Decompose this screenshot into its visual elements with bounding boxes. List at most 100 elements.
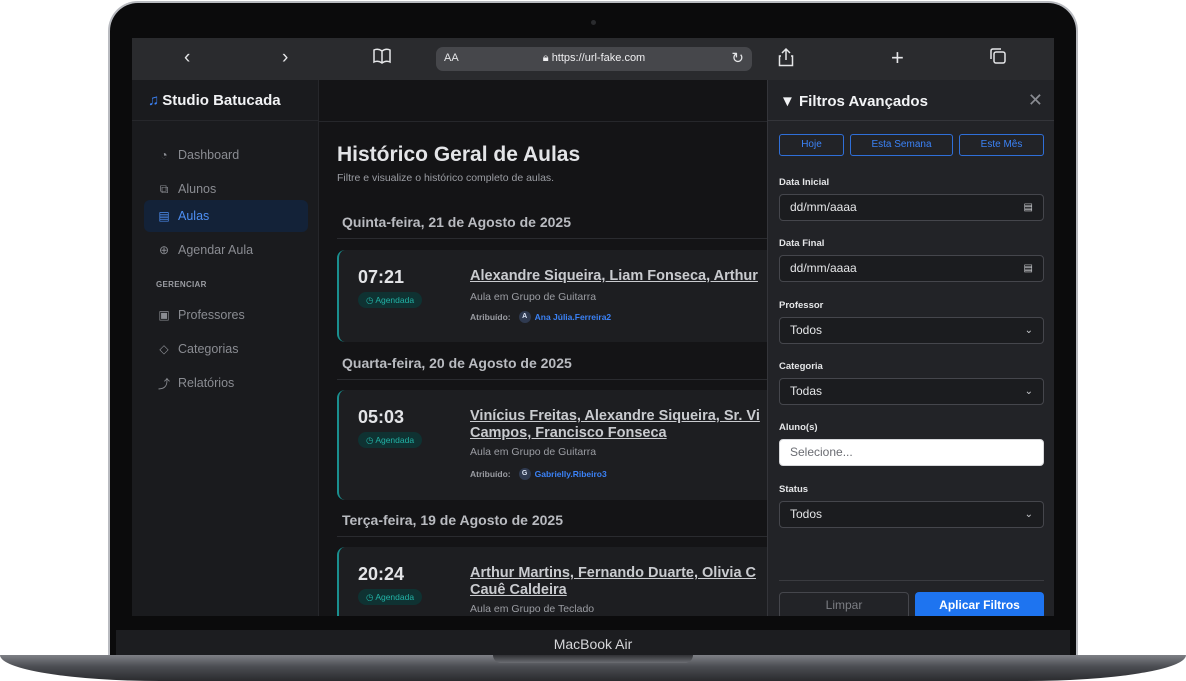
status-badge: ◷ Agendada	[358, 432, 423, 448]
clock-icon: ◷	[366, 592, 376, 602]
quick-filter-week-button[interactable]: Esta Semana	[850, 134, 953, 156]
divider	[768, 120, 1054, 121]
divider	[337, 379, 767, 380]
category-label: Categoria	[779, 361, 823, 372]
filter-icon: ▼	[780, 93, 800, 110]
screen: ‹ › AA 🔒︎ https://url-fake.com ↻ + ♫ Stud…	[132, 38, 1054, 616]
chevron-down-icon: ⌄	[1024, 325, 1033, 336]
music-note-icon: ♫	[148, 92, 160, 109]
lesson-students[interactable]: Arthur Martins, Fernando Duarte, Olivia …	[470, 565, 790, 581]
apply-filters-button[interactable]: Aplicar Filtros	[915, 592, 1044, 616]
filter-panel: ▼ Filtros Avançados ✕ Hoje Esta Semana E…	[767, 80, 1054, 616]
laptop-notch	[493, 655, 693, 663]
lesson-description: Aula em Grupo de Guitarra	[470, 446, 597, 458]
address-bar[interactable]: AA 🔒︎ https://url-fake.com ↻	[436, 47, 752, 71]
forward-icon[interactable]: ›	[282, 47, 288, 69]
calendar-icon[interactable]: ▤	[1024, 195, 1033, 220]
clock-icon: ◷	[366, 435, 376, 445]
tag-icon: ◇	[159, 342, 169, 356]
sidebar-section-label: GERENCIAR	[156, 280, 207, 289]
chevron-down-icon: ⌄	[1024, 386, 1033, 397]
lesson-card[interactable]: 07:21 ◷ Agendada Alexandre Siqueira, Lia…	[337, 250, 777, 342]
divider	[319, 121, 767, 122]
sidebar-item-label: Professores	[178, 308, 245, 322]
lesson-time: 20:24	[358, 564, 405, 584]
end-date-field[interactable]: dd/mm/aaaa ▤	[779, 255, 1044, 282]
page-subtitle: Filtre e visualize o histórico completo …	[337, 172, 555, 184]
sidebar: ♫ Studio Batucada ◔ Dashboard ⧉ Alunos ▤ Aul…	[132, 80, 319, 616]
reload-icon[interactable]: ↻	[731, 49, 744, 67]
start-date-label: Data Inicial	[779, 177, 830, 188]
end-date-label: Data Final	[779, 238, 825, 249]
date-group-header: Quinta-feira, 21 de Agosto de 2025	[342, 214, 571, 230]
divider	[337, 536, 767, 537]
date-group-header: Terça-feira, 19 de Agosto de 2025	[342, 512, 563, 528]
dashboard-icon: ◔	[160, 148, 168, 162]
brand-logo[interactable]: ♫ Studio Batucada	[148, 92, 281, 109]
lesson-card[interactable]: 20:24 ◷ Agendada Arthur Martins, Fernand…	[337, 547, 777, 616]
panel-title: ▼ Filtros Avançados	[780, 93, 928, 110]
avatar: G	[518, 468, 531, 480]
calendar-icon[interactable]: ▤	[1024, 256, 1033, 281]
quick-filter-month-button[interactable]: Este Mês	[959, 134, 1044, 156]
tabs-overview-icon[interactable]	[989, 47, 1007, 71]
assignee-link[interactable]: Gabrielly.Ribeiro3	[535, 469, 607, 479]
clear-filters-button[interactable]: Limpar	[779, 592, 909, 616]
sidebar-item-categorias[interactable]: ◇ Categorias	[144, 333, 308, 365]
new-tab-icon[interactable]: +	[891, 47, 904, 69]
board-icon: ▣	[158, 308, 170, 322]
sidebar-item-label: Alunos	[178, 182, 217, 196]
quick-filter-today-button[interactable]: Hoje	[779, 134, 844, 156]
date-group-header: Quarta-feira, 20 de Agosto de 2025	[342, 355, 572, 371]
sidebar-item-dashboard[interactable]: ◔ Dashboard	[144, 139, 308, 171]
lesson-description: Aula em Grupo de Guitarra	[470, 291, 597, 303]
chart-icon: ⤴	[157, 376, 170, 391]
status-label: Status	[779, 484, 809, 495]
divider	[132, 120, 319, 121]
bookmarks-icon[interactable]	[372, 47, 392, 71]
lesson-students[interactable]: Alexandre Siqueira, Liam Fonseca, Arthur	[470, 268, 790, 284]
sidebar-item-label: Dashboard	[178, 148, 240, 162]
lesson-time: 05:03	[358, 407, 405, 427]
sidebar-item-aulas[interactable]: ▤ Aulas	[144, 200, 308, 232]
teacher-label: Professor	[779, 300, 824, 311]
laptop-chin: MacBook Air	[116, 630, 1070, 656]
share-icon[interactable]	[778, 47, 794, 73]
lesson-students-continued[interactable]: Campos, Francisco Fonseca	[470, 425, 790, 441]
sidebar-item-relatorios[interactable]: ⤴ Relatórios	[144, 367, 308, 399]
lesson-students[interactable]: Vinícius Freitas, Alexandre Siqueira, Sr…	[470, 408, 790, 424]
lesson-students-continued[interactable]: Cauê Caldeira	[470, 582, 790, 598]
list-icon: ▤	[158, 209, 170, 223]
status-badge: ◷ Agendada	[358, 589, 423, 605]
sidebar-item-professores[interactable]: ▣ Professores	[144, 299, 308, 331]
lesson-time: 07:21	[358, 267, 405, 287]
lock-icon: 🔒︎	[542, 52, 552, 64]
clock-icon: ◷	[366, 295, 376, 305]
category-select[interactable]: Todas ⌄	[779, 378, 1044, 405]
close-icon[interactable]: ✕	[1028, 90, 1043, 111]
students-multiselect[interactable]: Selecione...	[779, 439, 1044, 466]
url-text: https://url-fake.com	[551, 52, 646, 64]
laptop-mockup: ‹ › AA 🔒︎ https://url-fake.com ↻ + ♫ Stud…	[0, 0, 1186, 681]
lesson-assignee: Atribuído: G Gabrielly.Ribeiro3	[470, 468, 607, 480]
plus-circle-icon: ⊕	[158, 243, 170, 257]
sidebar-item-label: Categorias	[178, 342, 239, 356]
status-select[interactable]: Todos ⌄	[779, 501, 1044, 528]
page-title: Histórico Geral de Aulas	[337, 143, 581, 166]
browser-toolbar: ‹ › AA 🔒︎ https://url-fake.com ↻ +	[132, 38, 1054, 80]
teacher-select[interactable]: Todos ⌄	[779, 317, 1044, 344]
lesson-description: Aula em Grupo de Teclado	[470, 603, 595, 615]
avatar: A	[518, 311, 531, 323]
camera-icon	[591, 20, 596, 25]
start-date-field[interactable]: dd/mm/aaaa ▤	[779, 194, 1044, 221]
status-badge: ◷ Agendada	[358, 292, 423, 308]
students-label: Aluno(s)	[779, 422, 818, 433]
sidebar-item-label: Aulas	[178, 209, 210, 223]
divider	[779, 580, 1044, 581]
back-icon[interactable]: ‹	[184, 47, 190, 69]
lesson-card[interactable]: 05:03 ◷ Agendada Vinícius Freitas, Alexa…	[337, 390, 777, 500]
assignee-link[interactable]: Ana Júlia.Ferreira2	[535, 312, 612, 322]
sidebar-item-label: Relatórios	[178, 376, 235, 390]
sidebar-item-agendar-aula[interactable]: ⊕ Agendar Aula	[144, 234, 308, 266]
chevron-down-icon: ⌄	[1024, 509, 1033, 520]
